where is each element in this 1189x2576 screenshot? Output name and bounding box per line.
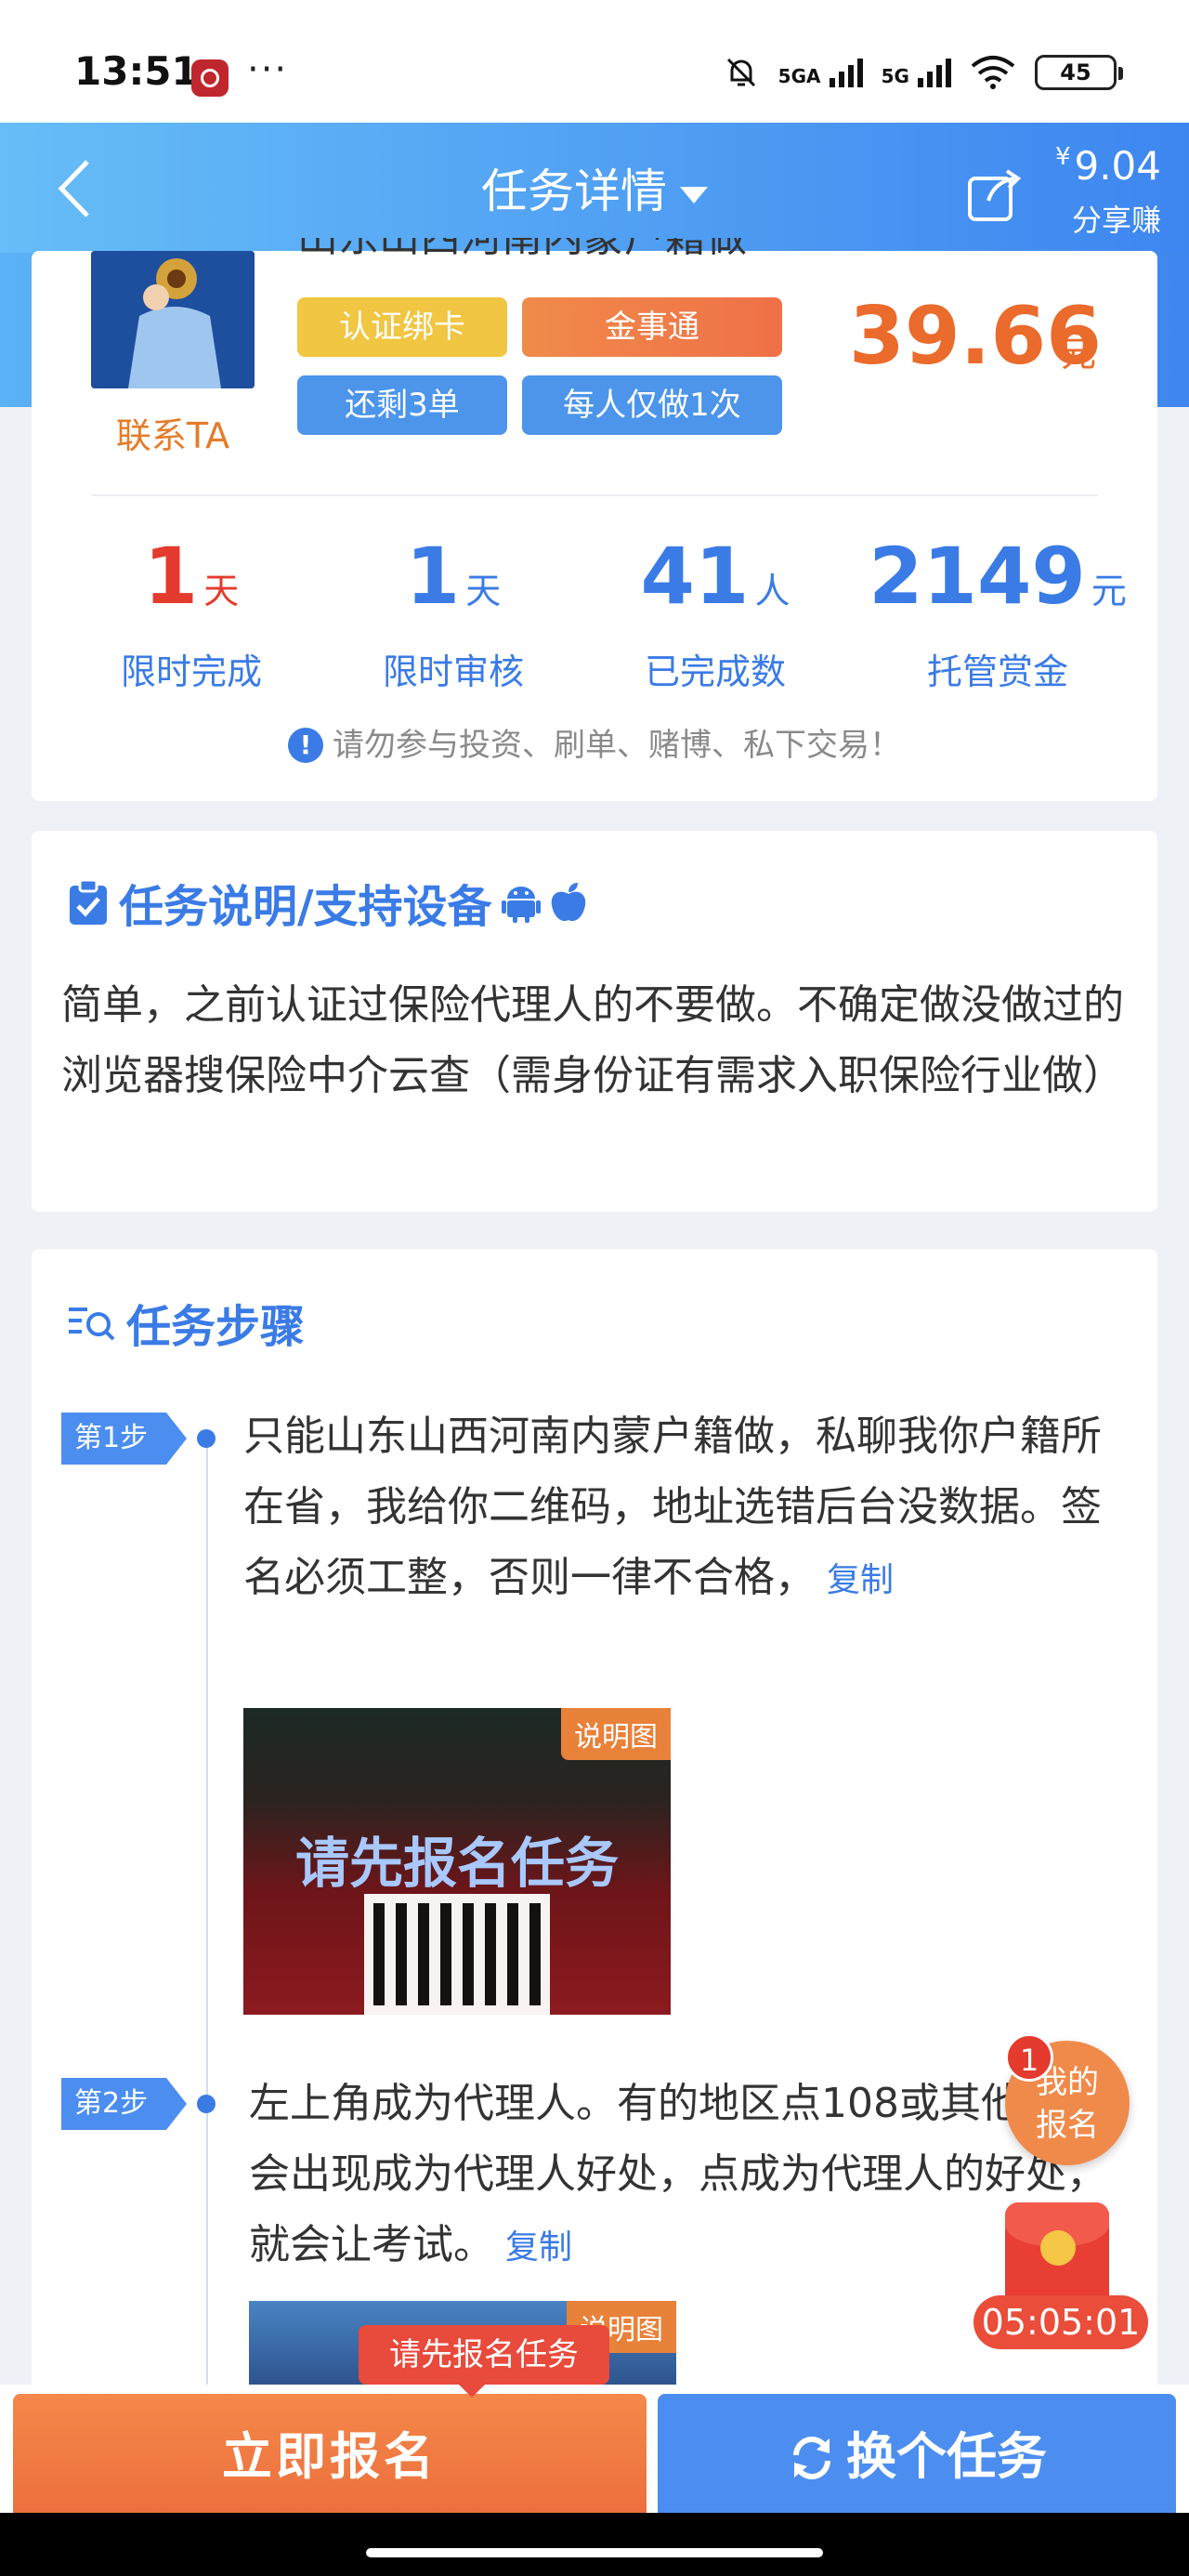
- steps-title: 任务步骤: [67, 1290, 305, 1355]
- clipboard-check-icon: [70, 878, 107, 925]
- signup-now-button[interactable]: 立即报名: [13, 2394, 647, 2520]
- contact-link[interactable]: 联系TA: [91, 407, 255, 458]
- tag-once-per-person: 每人仅做1次: [522, 375, 782, 435]
- bank-app-icon: [191, 59, 229, 97]
- clock: 13:51: [74, 48, 199, 94]
- task-summary-card: 山东山西河南内蒙户籍做 联系TA 认证绑卡 金事通 还剩3单 每人仅做1次 39…: [32, 238, 1157, 801]
- signal-bars-icon: [829, 58, 863, 87]
- list-search-icon: [69, 1308, 115, 1341]
- stat-finish-limit: 1天 限时完成: [120, 531, 262, 692]
- system-nav-bar: [0, 2513, 1189, 2576]
- top-nav-bar: 任务详情 ¥9.04 分享赚: [0, 123, 1189, 253]
- step-1-text: 只能山东山西河南内蒙户籍做，私聊我你户籍所在省，我给你二维码，地址选错后台没数据…: [243, 1413, 1102, 1601]
- mute-bell-icon: [726, 58, 755, 87]
- share-amount: ¥9.04: [1054, 143, 1161, 189]
- image-label: 说明图: [561, 1708, 671, 1760]
- timeline-line: [206, 1440, 208, 2407]
- avatar[interactable]: [91, 251, 255, 388]
- wifi-icon: [971, 56, 1015, 89]
- tag-jinshitong: 金事通: [522, 297, 782, 357]
- signup-count-badge: 1: [1005, 2033, 1053, 2082]
- tag-verify-card: 认证绑卡: [297, 297, 507, 357]
- share-label: 分享赚: [1071, 203, 1161, 238]
- android-icon: [501, 887, 541, 923]
- task-description-card: 任务说明/支持设备 简单，之前认证过保险代理人的不要做。不确定做没做过的浏览器搜…: [32, 831, 1157, 1212]
- step-2-badge: 第2步: [61, 2078, 188, 2130]
- step-2-dot: [197, 2095, 216, 2113]
- stat-completed-count: 41 人 已完成数: [640, 531, 790, 692]
- signal-bars-icon: [918, 58, 951, 87]
- tag-remaining: 还剩3单: [297, 375, 507, 435]
- status-bar: 13:51 ··· 5GA 5G 45: [0, 0, 1189, 123]
- step-1-badge: 第1步: [61, 1413, 188, 1465]
- home-gesture-handle[interactable]: [366, 2548, 823, 2557]
- signup-first-overlay: 请先报名任务: [294, 1832, 619, 1895]
- share-icon: [968, 169, 1022, 221]
- qr-code-image: [364, 1894, 550, 2015]
- signal-2: 5G: [882, 58, 951, 87]
- stat-review-limit: 1天 限时审核: [382, 531, 524, 692]
- signal-1: 5GA: [778, 58, 863, 87]
- description-title: 任务说明/支持设备: [67, 870, 587, 935]
- stat-escrow-bounty: 2149 元 托管赏金: [869, 531, 1127, 692]
- status-icons: 5GA 5G 45: [723, 54, 1123, 91]
- share-earn-button[interactable]: ¥9.04 分享赚: [966, 143, 1161, 238]
- price-unit: 元: [1061, 334, 1097, 375]
- task-steps-card: 任务步骤 第1步 只能山东山西河南内蒙户籍做，私聊我你户籍所在省，我给你二维码，…: [32, 1249, 1157, 2407]
- battery-indicator: 45: [1035, 55, 1123, 90]
- signup-first-tooltip: 请先报名任务: [359, 2325, 609, 2398]
- countdown-timer: 05:05:01: [973, 2295, 1148, 2349]
- description-text: 简单，之前认证过保险代理人的不要做。不确定做没做过的浏览器搜保险中介云查（需身份…: [61, 981, 1124, 1099]
- divider: [91, 494, 1098, 496]
- more-notifications-icon: ···: [247, 48, 289, 91]
- apple-icon: [551, 883, 585, 922]
- switch-task-button[interactable]: 换个任务: [658, 2394, 1176, 2520]
- avatar-image: [91, 251, 255, 388]
- risk-warning: ! 请勿参与投资、刷单、赌博、私下交易！: [32, 719, 1157, 765]
- task-title-partial: 山东山西河南内蒙户籍做: [297, 238, 747, 266]
- refresh-icon: [793, 2437, 830, 2479]
- copy-button[interactable]: 复制: [505, 2228, 572, 2267]
- info-icon: !: [288, 728, 323, 763]
- step-1-dot: [197, 1429, 216, 1448]
- copy-button[interactable]: 复制: [827, 1561, 894, 1599]
- dropdown-arrow-icon: [680, 186, 708, 204]
- step-1-image[interactable]: 说明图 请先报名任务: [243, 1708, 671, 2015]
